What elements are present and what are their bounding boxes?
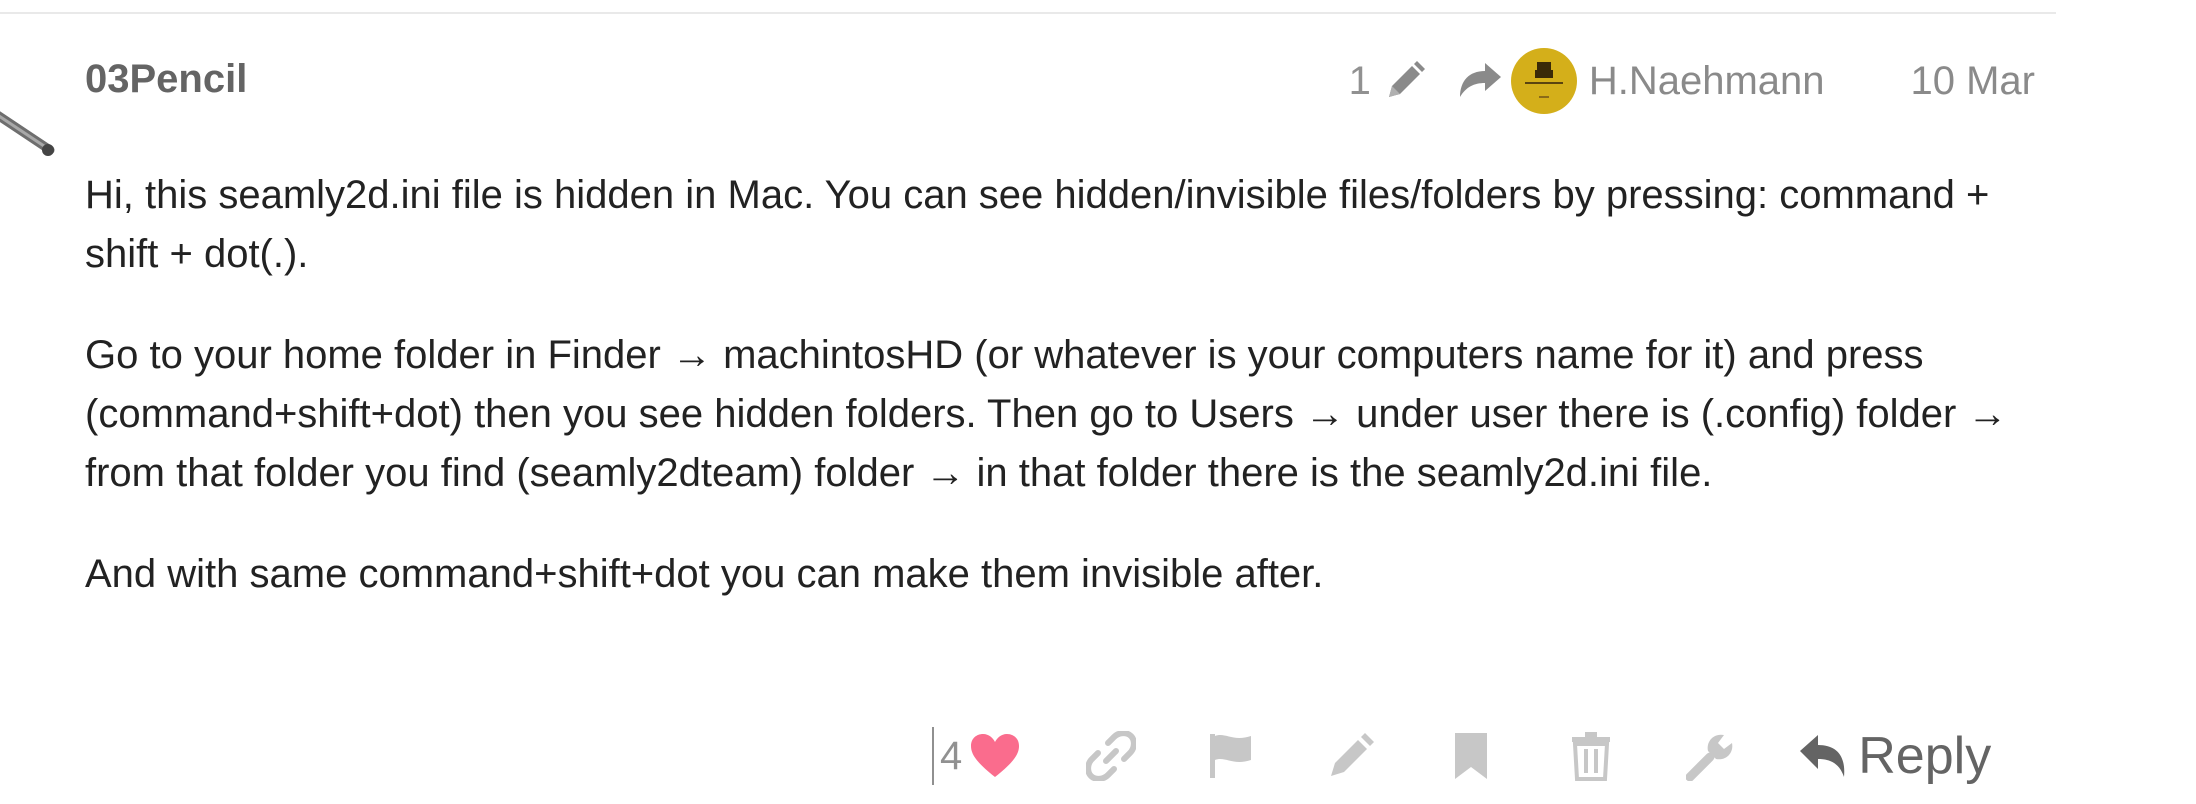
post-date[interactable]: 10 Mar bbox=[1911, 59, 2036, 104]
edit-count[interactable]: 1 bbox=[1349, 59, 1371, 104]
pencil-icon[interactable] bbox=[1383, 59, 1427, 103]
post-body: Hi, this seamly2d.ini file is hidden in … bbox=[85, 166, 2045, 646]
username-link[interactable]: 03Pencil bbox=[85, 57, 247, 102]
bookmark-icon[interactable] bbox=[1444, 726, 1498, 786]
flag-icon[interactable] bbox=[1204, 726, 1258, 786]
reply-label: Reply bbox=[1858, 727, 1992, 785]
pencil-icon[interactable] bbox=[1324, 726, 1378, 786]
reply-to-user[interactable]: H.Naehmann bbox=[1457, 48, 1825, 114]
like-count[interactable]: 4 bbox=[932, 727, 962, 785]
post-paragraph: Hi, this seamly2d.ini file is hidden in … bbox=[85, 173, 1990, 276]
share-arrow-icon bbox=[1457, 61, 1503, 101]
heart-icon[interactable] bbox=[968, 726, 1022, 786]
trash-icon[interactable] bbox=[1564, 726, 1618, 786]
post-header: 03Pencil 1 H.Naehmann 10 Mar bbox=[85, 48, 2036, 114]
reply-icon bbox=[1798, 733, 1848, 779]
post-actions: 4 Reply bbox=[932, 720, 1991, 792]
wrench-icon[interactable] bbox=[1684, 726, 1738, 786]
post-paragraph: Go to your home folder in Finder → machi… bbox=[85, 333, 2008, 495]
user-avatar[interactable] bbox=[0, 100, 58, 180]
reply-to-avatar bbox=[1510, 48, 1577, 114]
post-meta: 1 H.Naehmann 10 Mar bbox=[1349, 48, 2036, 114]
link-icon[interactable] bbox=[1084, 726, 1138, 786]
reply-to-name: H.Naehmann bbox=[1588, 58, 1825, 103]
post-paragraph: And with same command+shift+dot you can … bbox=[85, 552, 1324, 596]
reply-button[interactable]: Reply bbox=[1798, 726, 1991, 786]
top-divider bbox=[0, 12, 2056, 14]
